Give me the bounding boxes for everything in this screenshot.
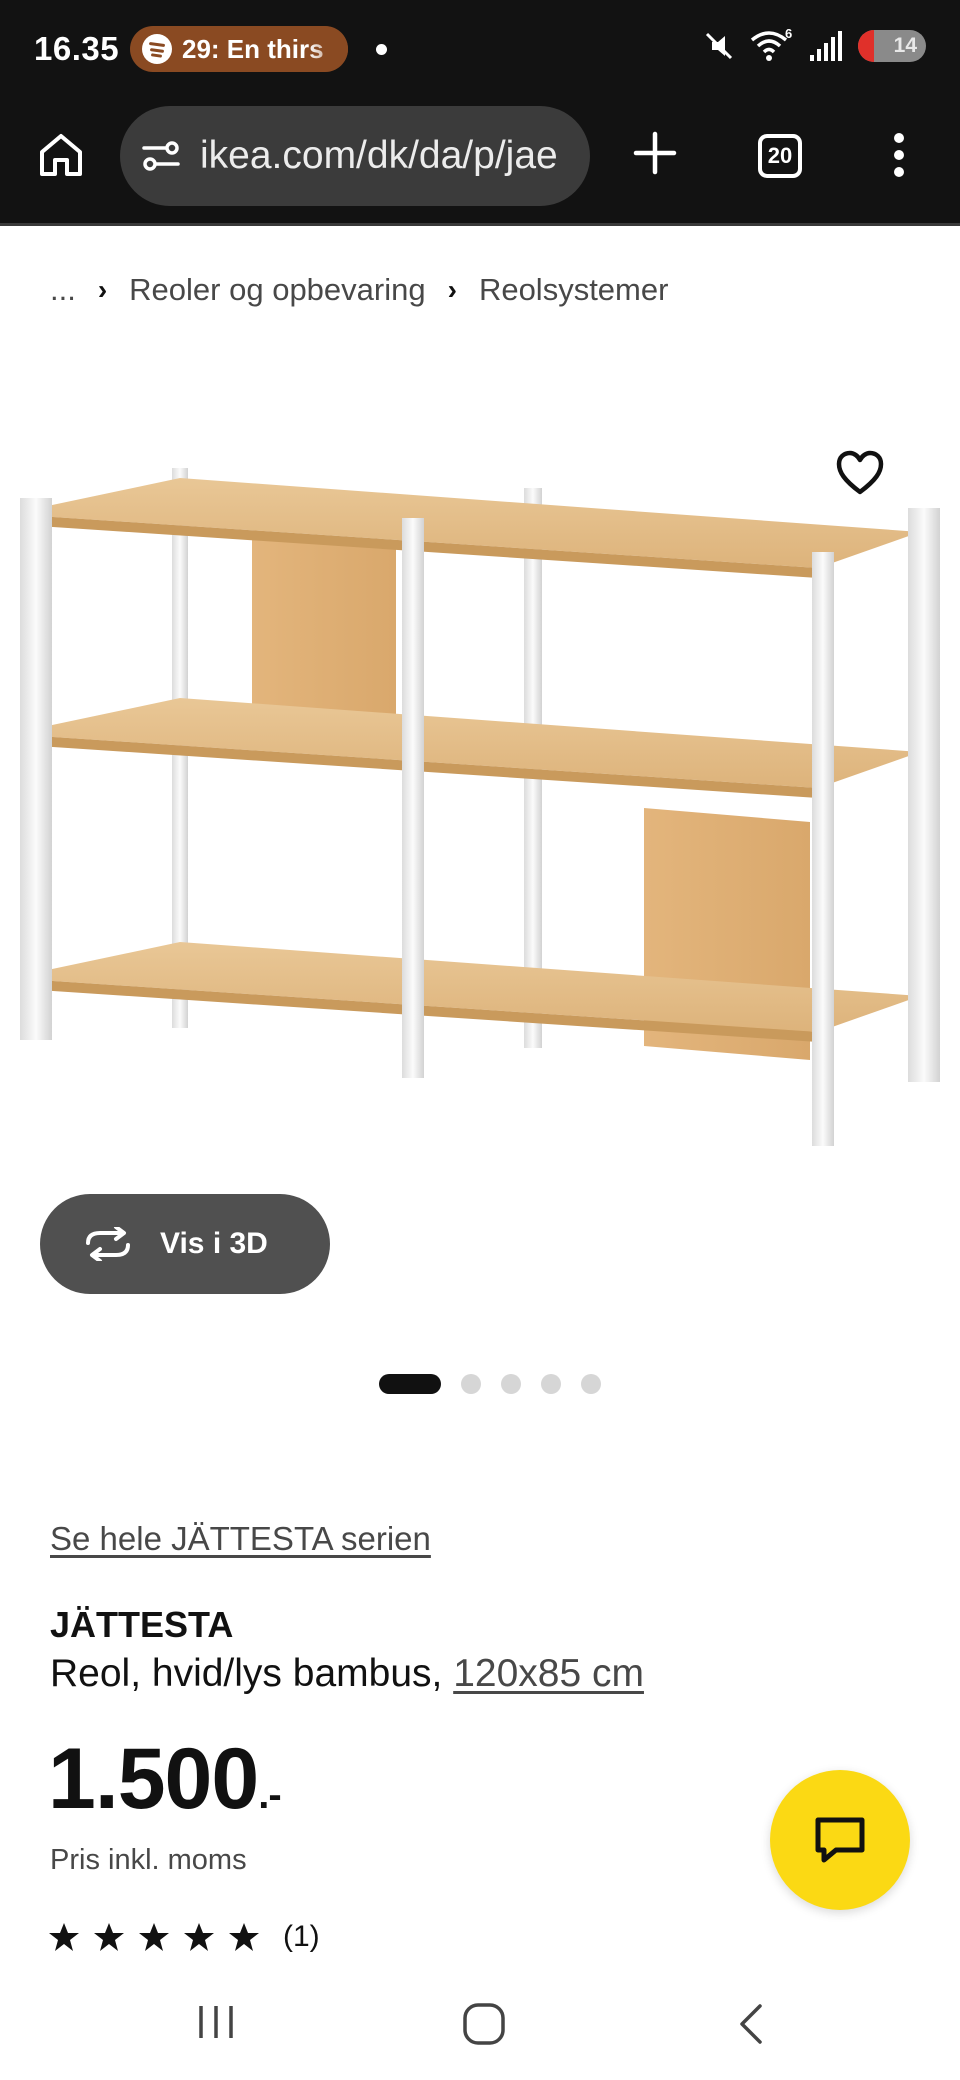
- page: 16.35 29: En thirs 6 14 ikea.com/dk/da/p…: [0, 0, 960, 2080]
- view-3d-label: Vis i 3D: [160, 1227, 268, 1260]
- back-icon[interactable]: [736, 2002, 766, 2046]
- product-image[interactable]: [0, 440, 960, 1260]
- chat-button[interactable]: [770, 1770, 910, 1910]
- breadcrumb-ellipsis[interactable]: ...: [50, 272, 76, 308]
- signal-icon: [810, 31, 842, 61]
- star-icon: [94, 1923, 124, 1951]
- status-icons: 6 14: [702, 28, 926, 64]
- product-description: Reol, hvid/lys bambus, 120x85 cm: [50, 1652, 644, 1696]
- browser-toolbar: ikea.com/dk/da/p/jae 20: [0, 100, 960, 226]
- price-value: 1.500: [48, 1731, 259, 1827]
- carousel-dot-3[interactable]: [501, 1374, 521, 1394]
- rating-count: (1): [283, 1920, 320, 1953]
- rating[interactable]: (1): [48, 1920, 320, 1954]
- system-nav-bar: [0, 1968, 960, 2080]
- site-settings-icon[interactable]: [140, 138, 182, 174]
- product-price: 1.500.-: [48, 1730, 282, 1829]
- recents-icon[interactable]: [196, 2004, 236, 2040]
- plus-icon[interactable]: [632, 130, 678, 176]
- carousel-dot-5[interactable]: [581, 1374, 601, 1394]
- nav-home-icon[interactable]: [462, 2002, 506, 2046]
- star-icon: [139, 1923, 169, 1951]
- notification-dot: [376, 44, 387, 55]
- tabs-icon[interactable]: 20: [758, 134, 802, 178]
- status-time: 16.35: [34, 30, 120, 67]
- carousel-dot-1[interactable]: [379, 1374, 441, 1394]
- carousel-dot-4[interactable]: [541, 1374, 561, 1394]
- breadcrumb-item-reoler[interactable]: Reoler og opbevaring: [129, 272, 425, 308]
- status-bar: 16.35 29: En thirs 6 14: [0, 0, 960, 100]
- view-3d-button[interactable]: Vis i 3D: [40, 1194, 330, 1294]
- breadcrumb-item-reolsystemer[interactable]: Reolsystemer: [479, 272, 669, 308]
- spotify-icon: [142, 34, 172, 64]
- media-title: 29: En thirs: [182, 33, 324, 64]
- home-icon[interactable]: [36, 130, 86, 180]
- media-notification-pill[interactable]: 29: En thirs: [130, 26, 348, 72]
- series-link[interactable]: Se hele JÄTTESTA serien: [50, 1520, 431, 1558]
- svg-text:6: 6: [785, 28, 792, 41]
- chevron-right-icon: ›: [97, 274, 108, 305]
- price-note: Pris inkl. moms: [50, 1844, 247, 1876]
- chat-icon: [815, 1817, 865, 1863]
- wifi-icon: 6: [750, 28, 792, 61]
- star-icon: [49, 1923, 79, 1951]
- tab-count: 20: [767, 143, 793, 168]
- carousel-indicator: [0, 1374, 960, 1394]
- product-size-link[interactable]: 120x85 cm: [453, 1652, 644, 1695]
- breadcrumb: ... › Reoler og opbevaring › Reolsysteme…: [50, 272, 668, 308]
- heart-icon[interactable]: [836, 450, 884, 496]
- mute-icon: [705, 32, 733, 60]
- star-icon: [184, 1923, 214, 1951]
- product-description-text: Reol, hvid/lys bambus,: [50, 1652, 443, 1695]
- star-icon: [229, 1923, 259, 1951]
- rotate-3d-icon: [86, 1227, 130, 1261]
- chevron-right-icon: ›: [447, 274, 457, 305]
- more-icon[interactable]: [886, 130, 912, 180]
- price-suffix: .-: [258, 1773, 281, 1817]
- battery-level: 14: [893, 34, 917, 57]
- battery-indicator: 14: [858, 30, 926, 62]
- carousel-dot-2[interactable]: [461, 1374, 481, 1394]
- url-text: ikea.com/dk/da/p/jae: [200, 134, 558, 177]
- url-bar[interactable]: ikea.com/dk/da/p/jae: [120, 106, 590, 206]
- product-name: JÄTTESTA: [50, 1604, 234, 1645]
